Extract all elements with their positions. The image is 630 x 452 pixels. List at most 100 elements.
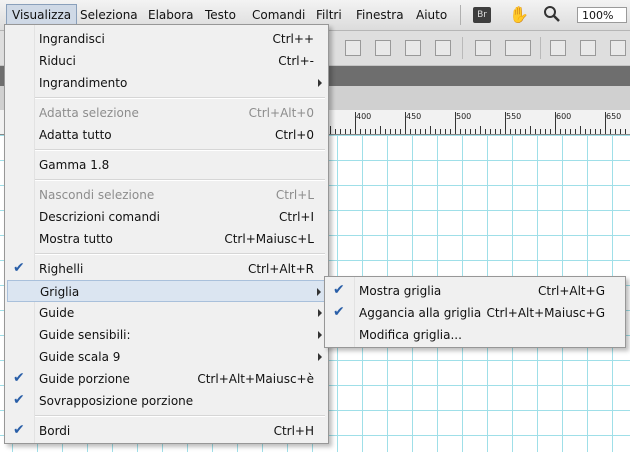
ruler-tick xyxy=(505,112,506,134)
options-divider xyxy=(540,37,541,59)
menu-item-label: Gamma 1.8 xyxy=(39,158,110,172)
menu-item-shortcut: Ctrl+Alt+G xyxy=(537,284,605,298)
menu-item-gamma[interactable]: Gamma 1.8 xyxy=(7,154,326,176)
ruler-tick xyxy=(520,129,521,134)
submenu-arrow-icon xyxy=(318,309,322,317)
menu-item-shortcut: Ctrl+L xyxy=(275,188,314,202)
checkmark-icon: ✔ xyxy=(333,282,345,298)
ruler-tick xyxy=(555,112,556,134)
ruler-tick xyxy=(380,126,381,134)
ruler-tick xyxy=(470,129,471,134)
menu-item-label: Sovrapposizione porzione xyxy=(39,394,194,408)
menu-item-guide[interactable]: Guide xyxy=(7,302,326,324)
view-menu: Ingrandisci Ctrl++ Riduci Ctrl+- Ingrand… xyxy=(4,24,329,444)
align-dropdown-icon[interactable] xyxy=(505,40,531,56)
ruler-tick xyxy=(545,129,546,134)
menu-item-shortcut: Ctrl+0 xyxy=(274,128,314,142)
flip-vertical-icon[interactable] xyxy=(580,40,596,56)
ruler-tick xyxy=(335,129,336,134)
arrange-backward-icon[interactable] xyxy=(405,40,421,56)
menu-item-label: Adatta tutto xyxy=(39,128,112,142)
ruler-tick xyxy=(455,112,456,134)
submenu-item-mostra-griglia[interactable]: ✔ Mostra griglia Ctrl+Alt+G xyxy=(327,280,623,302)
menu-item-label: Riduci xyxy=(39,54,76,68)
ruler-tick xyxy=(550,129,551,134)
menu-item-label: Ingrandimento xyxy=(39,76,128,90)
menu-filtri[interactable]: Filtri xyxy=(316,8,342,22)
menu-item-label: Aggancia alla griglia xyxy=(359,306,482,320)
transform-icon[interactable] xyxy=(475,40,491,56)
menu-elabora[interactable]: Elabora xyxy=(148,8,194,22)
ruler-tick xyxy=(605,112,606,134)
menu-item-label: Nascondi selezione xyxy=(39,188,155,202)
menu-item-nascondi-selezione: Nascondi selezione Ctrl+L xyxy=(7,184,326,206)
menu-item-guide-scala-9[interactable]: Guide scala 9 xyxy=(7,346,326,368)
ruler-tick xyxy=(540,129,541,134)
rotate-icon[interactable] xyxy=(610,40,626,56)
ruler-label: 550 xyxy=(506,112,522,121)
checkmark-icon: ✔ xyxy=(13,370,25,386)
submenu-item-modifica-griglia[interactable]: Modifica griglia... xyxy=(327,324,623,346)
submenu-item-aggancia-griglia[interactable]: ✔ Aggancia alla griglia Ctrl+Alt+Maiusc+… xyxy=(327,302,623,324)
menu-seleziona[interactable]: Seleziona xyxy=(80,8,138,22)
arrange-forward-icon[interactable] xyxy=(375,40,391,56)
menu-item-descrizioni-comandi[interactable]: Descrizioni comandi Ctrl+I xyxy=(7,206,326,228)
ruler-label: 450 xyxy=(406,112,422,121)
menu-item-bordi[interactable]: ✔ Bordi Ctrl+H xyxy=(7,420,326,442)
menu-finestra[interactable]: Finestra xyxy=(356,8,404,22)
menu-item-label: Griglia xyxy=(40,285,80,299)
checkmark-icon: ✔ xyxy=(13,392,25,408)
ruler-tick xyxy=(395,129,396,134)
menu-item-griglia[interactable]: Griglia xyxy=(7,280,326,302)
menu-item-sovrapposizione-porzione[interactable]: ✔ Sovrapposizione porzione xyxy=(7,390,326,412)
ruler-tick xyxy=(585,129,586,134)
ruler-label: 650 xyxy=(606,112,622,121)
menu-aiuto[interactable]: Aiuto xyxy=(416,8,447,22)
arrange-front-icon[interactable] xyxy=(345,40,361,56)
menu-item-guide-sensibili[interactable]: Guide sensibili: xyxy=(7,324,326,346)
menu-item-guide-porzione[interactable]: ✔ Guide porzione Ctrl+Alt+Maiusc+è xyxy=(7,368,326,390)
ruler-tick xyxy=(575,129,576,134)
ruler-tick xyxy=(415,129,416,134)
grid-submenu: ✔ Mostra griglia Ctrl+Alt+G ✔ Aggancia a… xyxy=(324,276,626,348)
ruler-tick xyxy=(385,129,386,134)
menu-item-adatta-tutto[interactable]: Adatta tutto Ctrl+0 xyxy=(7,124,326,146)
ruler-tick xyxy=(400,129,401,134)
ruler-tick xyxy=(460,129,461,134)
arrange-back-icon[interactable] xyxy=(435,40,451,56)
menu-item-mostra-tutto[interactable]: Mostra tutto Ctrl+Maiusc+L xyxy=(7,228,326,250)
menu-item-riduci[interactable]: Riduci Ctrl+- xyxy=(7,50,326,72)
ruler-tick xyxy=(625,129,626,134)
zoom-level-field[interactable]: 100% xyxy=(577,7,627,23)
ruler-tick xyxy=(580,126,581,134)
ruler-label: 500 xyxy=(456,112,472,121)
menu-item-shortcut: Ctrl+Alt+Maiusc+G xyxy=(486,306,605,320)
menu-item-shortcut: Ctrl+- xyxy=(278,54,314,68)
magnifier-icon[interactable] xyxy=(543,5,561,26)
menu-separator xyxy=(35,97,325,99)
ruler-tick xyxy=(365,129,366,134)
ruler-tick xyxy=(425,129,426,134)
menu-item-righelli[interactable]: ✔ Righelli Ctrl+Alt+R xyxy=(7,258,326,280)
menu-item-ingrandimento[interactable]: Ingrandimento xyxy=(7,72,326,94)
submenu-arrow-icon xyxy=(318,353,322,361)
menu-comandi[interactable]: Comandi xyxy=(252,8,305,22)
bridge-button[interactable]: Br xyxy=(473,7,491,23)
menu-item-label: Righelli xyxy=(39,262,84,276)
menu-item-label: Guide xyxy=(39,306,75,320)
menu-item-shortcut: Ctrl+Maiusc+L xyxy=(224,232,314,246)
menubar-divider xyxy=(460,5,461,25)
menu-item-ingrandisci[interactable]: Ingrandisci Ctrl++ xyxy=(7,28,326,50)
ruler-label: 400 xyxy=(356,112,372,121)
ruler-tick xyxy=(480,126,481,134)
ruler-tick xyxy=(590,129,591,134)
checkmark-icon: ✔ xyxy=(333,304,345,320)
flip-horizontal-icon[interactable] xyxy=(550,40,566,56)
hand-icon[interactable]: ✋ xyxy=(509,5,529,24)
ruler-tick xyxy=(450,129,451,134)
ruler-tick xyxy=(565,129,566,134)
ruler-tick xyxy=(435,129,436,134)
ruler-tick xyxy=(375,129,376,134)
menu-testo[interactable]: Testo xyxy=(205,8,236,22)
menu-item-shortcut: Ctrl+I xyxy=(279,210,314,224)
